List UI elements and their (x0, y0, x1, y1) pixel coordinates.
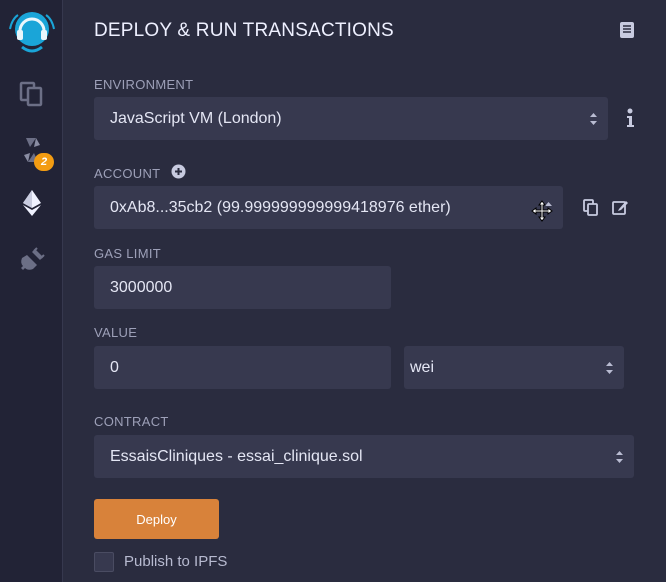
account-select[interactable]: 0xAb8...35cb2 (99.999999999999418976 eth… (94, 186, 563, 229)
panel-title: DEPLOY & RUN TRANSACTIONS (94, 20, 394, 41)
edit-icon[interactable] (612, 199, 629, 221)
account-label: ACCOUNT (94, 166, 161, 181)
contract-select[interactable]: EssaisCliniques - essai_clinique.sol (94, 435, 634, 478)
icon-sidebar: 2 (0, 0, 63, 582)
publish-ipfs-label: Publish to IPFS (124, 553, 228, 570)
deploy-button[interactable]: Deploy (94, 499, 219, 539)
add-account-icon[interactable] (171, 164, 186, 184)
deploy-run-panel: DEPLOY & RUN TRANSACTIONS ENVIRONMENT Ja… (64, 0, 666, 582)
value-input[interactable]: 0 (94, 346, 391, 389)
gas-limit-value: 3000000 (110, 278, 173, 296)
documentation-icon[interactable] (619, 21, 635, 44)
select-arrows-icon (606, 361, 613, 374)
gas-limit-input[interactable]: 3000000 (94, 266, 391, 309)
file-explorer-icon[interactable] (0, 73, 63, 113)
select-arrows-icon (616, 450, 623, 463)
environment-label: ENVIRONMENT (94, 77, 194, 92)
value-unit: wei (410, 358, 435, 376)
deploy-run-icon[interactable] (0, 183, 63, 223)
plugin-manager-icon[interactable] (0, 240, 63, 280)
contract-value: EssaisCliniques - essai_clinique.sol (110, 447, 363, 465)
value-unit-select[interactable]: wei (404, 346, 624, 389)
gas-limit-label: GAS LIMIT (94, 246, 161, 261)
value-label: VALUE (94, 325, 138, 340)
contract-label: CONTRACT (94, 414, 169, 429)
compiler-warning-badge: 2 (34, 153, 54, 171)
copy-icon[interactable] (583, 199, 599, 221)
move-cursor-icon (531, 200, 553, 227)
environment-value: JavaScript VM (London) (110, 109, 282, 127)
publish-ipfs-checkbox[interactable] (94, 552, 114, 572)
remix-logo-icon[interactable] (0, 6, 63, 58)
account-value: 0xAb8...35cb2 (99.999999999999418976 eth… (110, 198, 451, 216)
info-icon[interactable] (626, 108, 634, 133)
value-amount: 0 (110, 358, 119, 376)
environment-select[interactable]: JavaScript VM (London) (94, 97, 608, 140)
select-arrows-icon (590, 112, 597, 125)
